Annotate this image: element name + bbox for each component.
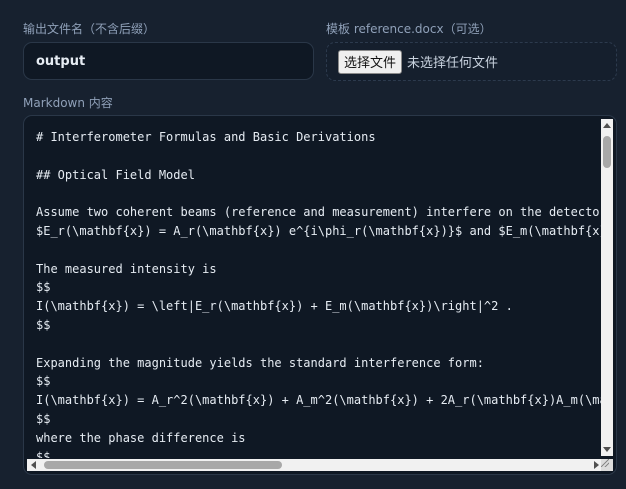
markdown-textarea[interactable]: # Interferometer Formulas and Basic Deri… (23, 115, 617, 475)
vertical-scroll-thumb[interactable] (603, 136, 611, 168)
scrollbar-corner (601, 459, 613, 471)
code-line: $$ (36, 449, 51, 458)
horizontal-scroll-thumb[interactable] (44, 461, 282, 469)
scroll-right-arrow-icon[interactable] (594, 461, 599, 469)
code-line: The measured intensity is (36, 261, 217, 276)
code-line: I(\mathbf{x}) = \left|E_r(\mathbf{x}) + … (36, 299, 513, 314)
code-line: I(\mathbf{x}) = A_r^2(\mathbf{x}) + A_m^… (36, 393, 604, 408)
code-line: $$ (36, 280, 51, 295)
vertical-scrollbar[interactable] (601, 119, 613, 456)
code-line: $E_r(\mathbf{x}) = A_r(\mathbf{x}) e^{i\… (36, 223, 604, 238)
code-line: Expanding the magnitude yields the stand… (36, 355, 484, 370)
scroll-left-arrow-icon[interactable] (31, 461, 36, 469)
markdown-text: # Interferometer Formulas and Basic Deri… (36, 128, 604, 458)
code-line: ## Optical Field Model (36, 167, 195, 182)
scroll-up-arrow-icon[interactable] (603, 123, 611, 128)
markdown-content-label: Markdown 内容 (23, 96, 113, 110)
scroll-down-arrow-icon[interactable] (603, 447, 611, 452)
choose-file-button[interactable]: 选择文件 (338, 49, 403, 74)
file-status-text: 未选择任何文件 (407, 56, 499, 71)
export-form-panel: 输出文件名（不含后缀） output 模板 reference.docx（可选）… (0, 0, 626, 489)
template-file-dropzone[interactable]: 选择文件 未选择任何文件 (326, 42, 617, 81)
horizontal-scrollbar[interactable] (27, 459, 603, 471)
code-line: $$ (36, 411, 51, 426)
code-line: $$ (36, 374, 51, 389)
resize-grip-icon[interactable] (601, 459, 609, 467)
output-filename-label: 输出文件名（不含后缀） (23, 22, 156, 36)
output-filename-value: output (36, 53, 86, 69)
code-line: where the phase difference is (36, 430, 246, 445)
template-file-label: 模板 reference.docx（可选） (326, 22, 492, 36)
code-line: Assume two coherent beams (reference and… (36, 205, 604, 220)
code-line: $$ (36, 317, 51, 332)
code-line: # Interferometer Formulas and Basic Deri… (36, 130, 376, 144)
output-filename-input[interactable]: output (23, 42, 314, 80)
